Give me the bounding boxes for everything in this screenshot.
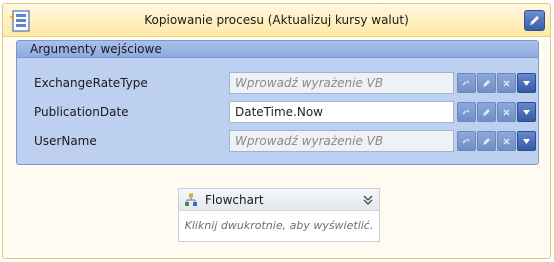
dropdown-button[interactable] — [517, 102, 536, 122]
argument-value-input[interactable]: Wprowadź wyrażenie VB — [229, 72, 454, 94]
argument-value-input[interactable]: Wprowadź wyrażenie VB — [229, 130, 454, 152]
activity-container[interactable]: Kopiowanie procesu (Aktualizuj kursy wal… — [2, 3, 551, 259]
double-chevron-down-icon[interactable] — [361, 193, 375, 207]
argument-row: PublicationDate DateTime.Now — [17, 101, 538, 123]
flowchart-hint: Kliknij dwukrotnie, aby wyświetlić. — [184, 219, 374, 232]
flowchart-header[interactable]: Flowchart — [179, 189, 379, 211]
edit-activity-button[interactable] — [524, 10, 545, 31]
activity-header[interactable]: Kopiowanie procesu (Aktualizuj kursy wal… — [3, 4, 550, 37]
dropdown-button[interactable] — [517, 73, 536, 93]
argument-name-label: ExchangeRateType — [34, 76, 148, 90]
edit-icon — [483, 79, 490, 87]
flowchart-title: Flowchart — [205, 193, 264, 207]
argument-row-buttons — [457, 102, 537, 122]
flowchart-icon — [185, 193, 197, 206]
edit-button[interactable] — [477, 131, 496, 151]
dropdown-arrow-icon — [523, 138, 530, 144]
input-arguments-panel: Argumenty wejściowe ExchangeRateType Wpr… — [16, 40, 539, 165]
argument-value-input[interactable]: DateTime.Now — [229, 101, 454, 123]
clear-icon — [503, 80, 510, 86]
clear-button[interactable] — [497, 73, 516, 93]
edit-button[interactable] — [477, 73, 496, 93]
clear-icon — [503, 109, 510, 115]
clear-button[interactable] — [497, 102, 516, 122]
link-icon — [462, 80, 470, 85]
activity-title: Kopiowanie procesu (Aktualizuj kursy wal… — [144, 13, 409, 27]
link-button[interactable] — [457, 131, 476, 151]
pencil-icon — [530, 16, 539, 25]
clear-button[interactable] — [497, 131, 516, 151]
argument-name-label: UserName — [34, 134, 97, 148]
edit-button[interactable] — [477, 102, 496, 122]
link-icon — [462, 138, 470, 143]
argument-row: UserName Wprowadź wyrażenie VB — [17, 130, 538, 152]
edit-icon — [483, 108, 490, 116]
dropdown-arrow-icon — [523, 109, 530, 115]
argument-row: ExchangeRateType Wprowadź wyrażenie VB — [17, 72, 538, 94]
link-button[interactable] — [457, 73, 476, 93]
link-button[interactable] — [457, 102, 476, 122]
clear-icon — [503, 138, 510, 144]
arguments-panel-header: Argumenty wejściowe — [17, 41, 538, 58]
argument-row-buttons — [457, 131, 537, 151]
flowchart-activity[interactable]: Flowchart Kliknij dwukrotnie, aby wyświe… — [178, 188, 380, 242]
dropdown-arrow-icon — [523, 80, 530, 86]
dropdown-button[interactable] — [517, 131, 536, 151]
argument-row-buttons — [457, 73, 537, 93]
argument-name-label: PublicationDate — [34, 105, 129, 119]
link-icon — [462, 109, 470, 114]
edit-icon — [483, 137, 490, 145]
